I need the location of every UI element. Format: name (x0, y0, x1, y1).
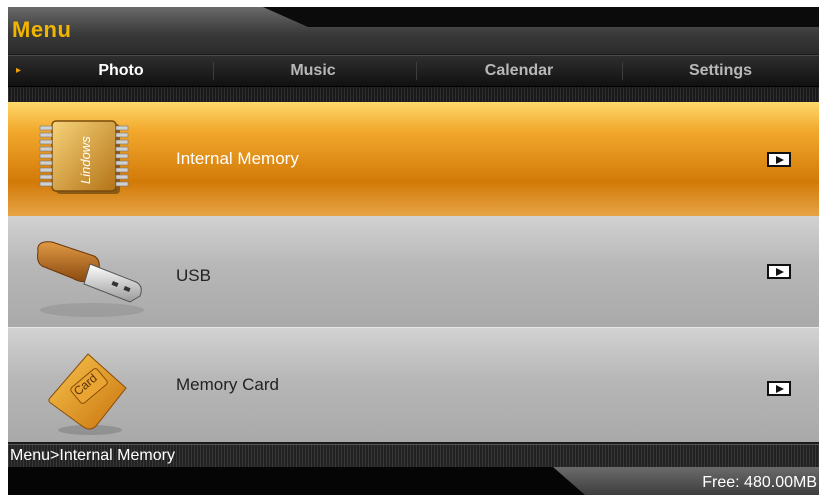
tab-music[interactable]: Music (213, 56, 413, 86)
play-icon[interactable] (767, 152, 791, 167)
footer: Free: 480.00MB (8, 467, 819, 495)
breadcrumb: Menu>Internal Memory (10, 447, 175, 464)
list-item-memory-card[interactable]: Card Memory Card (8, 328, 819, 442)
tab-settings[interactable]: Settings (622, 56, 819, 86)
source-list: Lindows Internal Memory USB Card Memory … (8, 102, 819, 442)
list-item-label: Memory Card (176, 375, 279, 394)
list-item-internal-memory[interactable]: Lindows Internal Memory (8, 102, 819, 216)
memory-card-icon: Card (48, 353, 127, 435)
book-icon-label: Lindows (78, 136, 93, 184)
free-space-readout: Free: 480.00MB (702, 474, 817, 491)
list-item-label: USB (176, 266, 211, 285)
header: Menu (8, 7, 819, 54)
tab-underline-stripe (8, 87, 819, 102)
book-icon: Lindows (39, 120, 129, 194)
list-item-usb[interactable]: USB (8, 216, 819, 328)
page-title: Menu (12, 17, 72, 42)
tab-calendar[interactable]: Calendar (416, 56, 622, 86)
active-tab-marker-icon: ▸ (16, 65, 22, 76)
usb-drive-icon (37, 241, 144, 317)
tab-photo[interactable]: Photo (22, 56, 220, 86)
header-bar (8, 7, 819, 54)
tab-bar: ▸ Photo Music Calendar Settings (8, 55, 819, 87)
play-icon[interactable] (767, 381, 791, 396)
list-item-label: Internal Memory (176, 149, 299, 168)
breadcrumb-bar: Menu>Internal Memory (8, 444, 819, 467)
media-browser-screen: Menu ▸ Photo Music Calendar Settings Lin… (8, 7, 819, 495)
play-icon[interactable] (767, 264, 791, 279)
